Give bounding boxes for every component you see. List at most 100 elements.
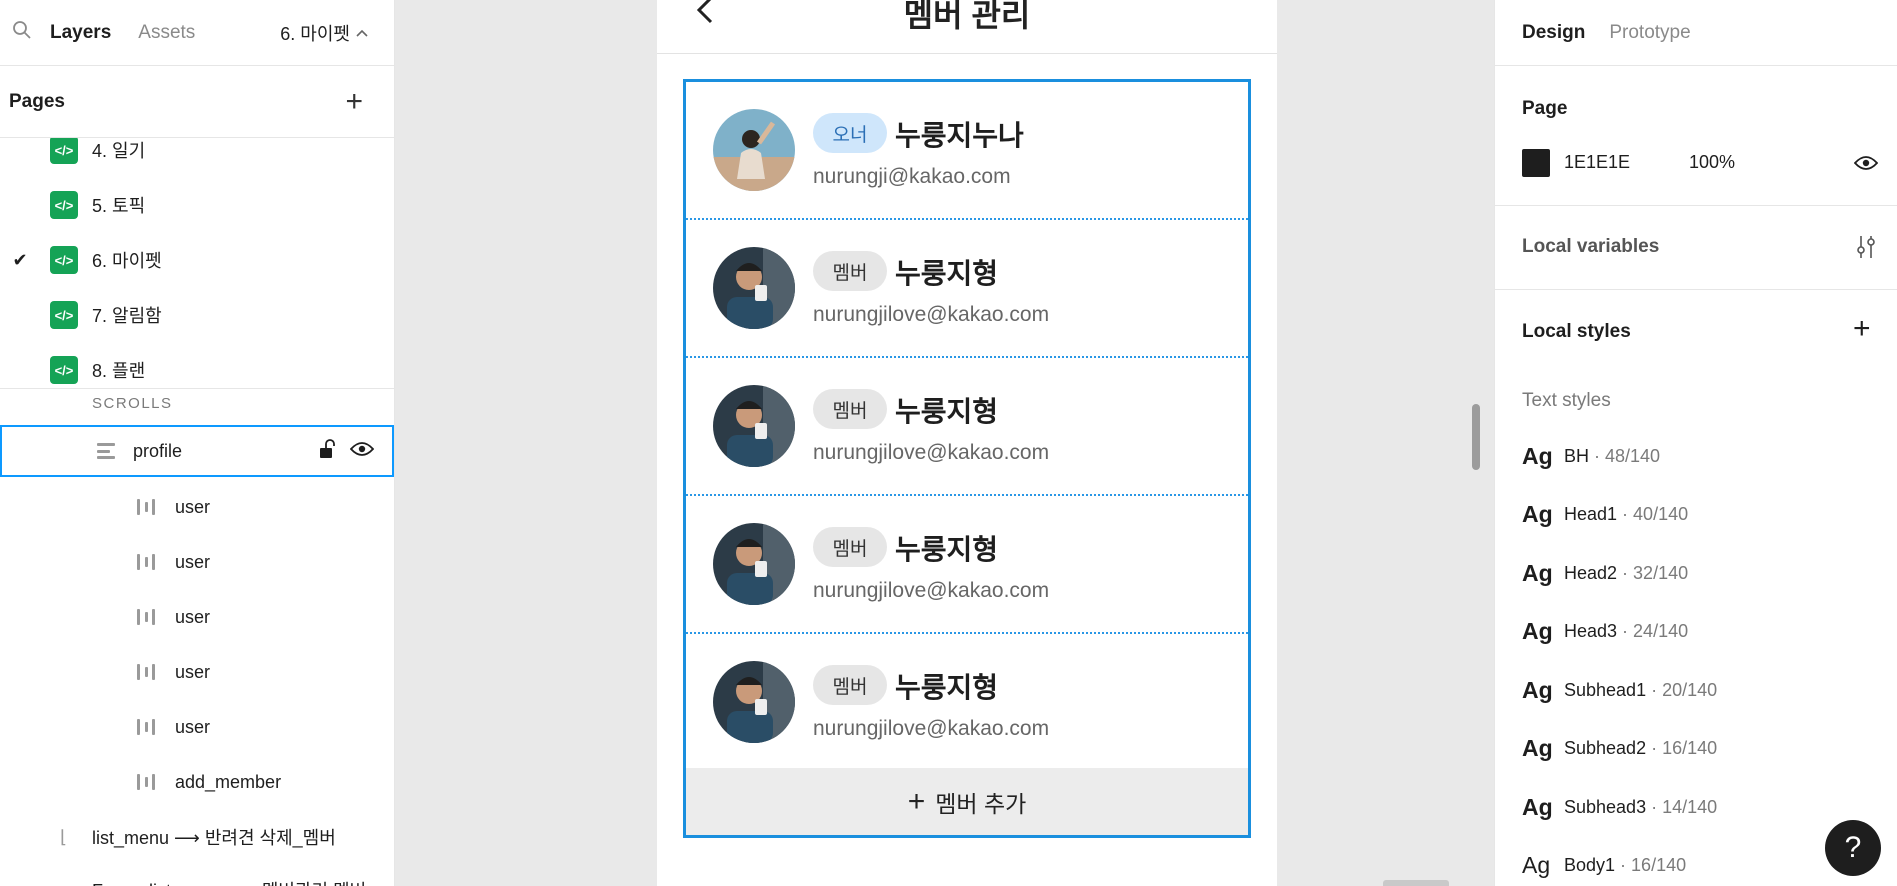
- text-style-name: BH: [1564, 445, 1590, 466]
- tab-layers[interactable]: Layers: [50, 22, 111, 44]
- text-style-item[interactable]: Ag Subhead1 · 20/140: [1522, 672, 1717, 708]
- layer-profile[interactable]: profile: [0, 425, 394, 477]
- page-item-label: 4. 일기: [92, 141, 146, 161]
- tab-assets[interactable]: Assets: [138, 22, 195, 44]
- page-color-swatch[interactable]: [1522, 149, 1550, 177]
- pages-title: Pages: [9, 90, 65, 112]
- text-style-icon: Ag: [1522, 851, 1551, 878]
- layer-user[interactable]: user: [0, 646, 394, 698]
- layer-user[interactable]: user: [0, 591, 394, 643]
- layer-label: user: [175, 716, 211, 737]
- page-opacity[interactable]: 100%: [1689, 152, 1735, 173]
- text-style-size: · 16/140: [1615, 854, 1687, 875]
- page-item[interactable]: </> 8. 플랜: [0, 350, 394, 388]
- text-style-size: · 32/140: [1617, 562, 1689, 583]
- eye-icon[interactable]: [1853, 155, 1879, 176]
- text-style-icon: Ag: [1522, 500, 1553, 527]
- auto-layout-icon: [137, 772, 155, 792]
- member-row[interactable]: 멤버 누룽지형 nurungjilove@kakao.com: [686, 220, 1248, 358]
- layer-cut-off[interactable]: Frame list_menu ⟶ 멤버관리 멤버: [0, 864, 394, 886]
- role-badge: 오너: [813, 113, 887, 153]
- text-style-item[interactable]: Ag Body1 · 16/140: [1522, 847, 1686, 883]
- design-canvas[interactable]: 멤버 관리 오너 누룽지누나 nurungji@kakao.com 멤버 누룽지…: [395, 0, 1494, 886]
- page-item-label: 5. 토픽: [92, 196, 146, 216]
- layer-label: user: [175, 496, 211, 517]
- unlock-icon[interactable]: [318, 438, 336, 464]
- auto-layout-icon: [137, 662, 155, 682]
- member-name: 누룽지누나: [895, 120, 1024, 151]
- layer-user[interactable]: user: [0, 536, 394, 588]
- eye-icon[interactable]: [349, 441, 375, 462]
- current-page-selector[interactable]: 6. 마이펫: [280, 20, 382, 46]
- design-panel-header: Design Prototype: [1495, 0, 1897, 66]
- canvas-bottom-handle[interactable]: [1383, 880, 1449, 886]
- page-section: Page: [1495, 66, 1897, 206]
- page-item-label: 8. 플랜: [92, 361, 146, 381]
- member-row[interactable]: 멤버 누룽지형 nurungjilove@kakao.com: [686, 634, 1248, 772]
- text-style-name: Head3: [1564, 620, 1618, 641]
- member-name: 누룽지형: [895, 258, 999, 289]
- page-section-title: Page: [1522, 98, 1568, 119]
- text-style-item[interactable]: Ag Head1 · 40/140: [1522, 496, 1688, 532]
- text-style-icon: Ag: [1522, 734, 1553, 761]
- code-icon: </>: [50, 301, 78, 329]
- tab-prototype[interactable]: Prototype: [1609, 22, 1690, 44]
- section-label: SCROLLS: [92, 395, 173, 412]
- layer-label: user: [175, 551, 211, 572]
- text-style-name: Subhead2: [1564, 737, 1647, 758]
- text-style-name: Head2: [1564, 562, 1618, 583]
- member-row[interactable]: 오너 누룽지누나 nurungji@kakao.com: [686, 82, 1248, 220]
- tab-design[interactable]: Design: [1522, 22, 1585, 44]
- layers-panel-header: Layers Assets 6. 마이펫: [0, 0, 394, 66]
- layer-user[interactable]: user: [0, 481, 394, 533]
- design-panel: Design Prototype Page 1E1E1E 100% Local …: [1494, 0, 1897, 886]
- member-name: 누룽지형: [895, 534, 999, 565]
- text-style-icon: Ag: [1522, 793, 1553, 820]
- page-list: </> 4. 일기 </> 5. 토픽 ✔ </> 6. 마이펫 </> 7. …: [0, 138, 394, 389]
- page-item[interactable]: </> 5. 토픽: [0, 185, 394, 225]
- profile-frame[interactable]: 오너 누룽지누나 nurungji@kakao.com 멤버 누룽지형 nuru…: [683, 79, 1251, 838]
- frame-icon: [97, 442, 115, 460]
- page-item[interactable]: </> 4. 일기: [0, 138, 394, 170]
- text-style-icon: Ag: [1522, 676, 1553, 703]
- help-button[interactable]: ?: [1825, 820, 1881, 876]
- layer-label: list_menu ⟶ 반려견 삭제_멤버: [92, 828, 336, 848]
- auto-layout-icon: [137, 607, 155, 627]
- page-item-label: 7. 알림함: [92, 306, 162, 326]
- text-style-size: · 24/140: [1617, 620, 1689, 641]
- text-style-item[interactable]: Ag BH · 48/140: [1522, 438, 1660, 474]
- text-style-icon: Ag: [1522, 442, 1553, 469]
- page-item-label: 6. 마이펫: [92, 251, 162, 271]
- layer-add-member[interactable]: add_member: [0, 756, 394, 808]
- text-style-item[interactable]: Ag Subhead3 · 14/140: [1522, 789, 1717, 825]
- add-member-button[interactable]: + 멤버 추가: [686, 768, 1248, 835]
- layer-list-menu[interactable]: ⌊ list_menu ⟶ 반려견 삭제_멤버: [0, 811, 394, 863]
- text-style-item[interactable]: Ag Head3 · 24/140: [1522, 613, 1688, 649]
- avatar: [713, 385, 795, 467]
- layer-user[interactable]: user: [0, 701, 394, 753]
- text-style-size: · 40/140: [1617, 503, 1689, 524]
- member-row[interactable]: 멤버 누룽지형 nurungjilove@kakao.com: [686, 358, 1248, 496]
- layer-label: profile: [133, 440, 183, 461]
- local-variables-section[interactable]: Local variables: [1495, 206, 1897, 290]
- member-email: nurungjilove@kakao.com: [813, 717, 1050, 740]
- text-styles-title: Text styles: [1522, 390, 1611, 411]
- role-badge: 멤버: [813, 527, 887, 567]
- member-row[interactable]: 멤버 누룽지형 nurungjilove@kakao.com: [686, 496, 1248, 634]
- code-icon: </>: [50, 138, 78, 164]
- search-icon[interactable]: [12, 20, 32, 45]
- page-color-hex[interactable]: 1E1E1E: [1564, 152, 1630, 173]
- text-style-item[interactable]: Ag Subhead2 · 16/140: [1522, 730, 1717, 766]
- add-page-plus-icon[interactable]: +: [345, 86, 363, 117]
- layer-label: user: [175, 661, 211, 682]
- text-style-item[interactable]: Ag Head2 · 32/140: [1522, 555, 1688, 591]
- page-item-current[interactable]: ✔ </> 6. 마이펫: [0, 240, 394, 280]
- code-icon: </>: [50, 356, 78, 384]
- canvas-scrollbar[interactable]: [1472, 404, 1480, 470]
- phone-frame[interactable]: 멤버 관리 오너 누룽지누나 nurungji@kakao.com 멤버 누룽지…: [657, 0, 1277, 886]
- add-style-plus-icon[interactable]: +: [1853, 314, 1871, 344]
- member-email: nurungjilove@kakao.com: [813, 579, 1050, 602]
- sliders-icon[interactable]: [1855, 234, 1877, 265]
- page-item[interactable]: </> 7. 알림함: [0, 295, 394, 335]
- screen-header: 멤버 관리: [657, 0, 1277, 54]
